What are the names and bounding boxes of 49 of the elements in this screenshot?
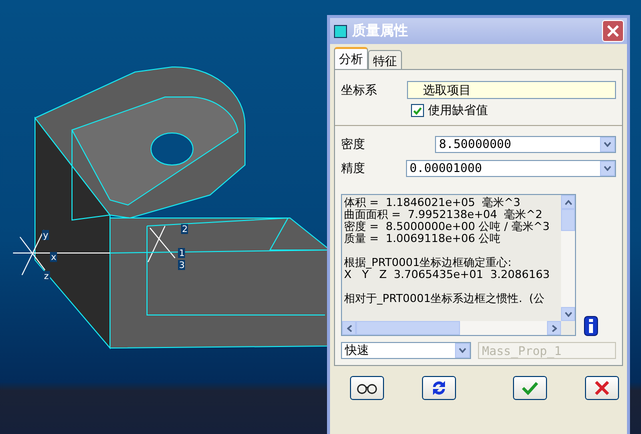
preview-button[interactable] — [350, 376, 384, 400]
info-icon[interactable] — [584, 316, 598, 336]
scroll-down-button[interactable] — [561, 307, 575, 321]
result-line: 根据_PRT0001坐标边框确定重心: — [344, 257, 512, 269]
checkbox[interactable] — [411, 104, 424, 117]
result-line: 密度 = 8.5000000e+00 公吨 / 毫米^3 — [344, 221, 551, 233]
field-label: 密度 — [341, 136, 366, 152]
scroll-up-button[interactable] — [561, 195, 575, 209]
scroll-right-button[interactable] — [547, 321, 561, 335]
csys-label: 1 — [178, 248, 185, 259]
selection-field[interactable]: 选取项目 — [407, 81, 616, 99]
precision-field[interactable]: 0.00001000 — [406, 160, 616, 176]
result-line: 质量 = 1.0069118e+06 公吨 — [344, 233, 502, 245]
vertical-scrollbar[interactable] — [561, 195, 575, 321]
method-field[interactable]: 快速 — [341, 342, 471, 359]
checkbox-label: 使用缺省值 — [428, 102, 488, 119]
tab[interactable]: 特征 — [368, 50, 402, 69]
dropdown-button[interactable] — [600, 160, 615, 176]
glasses-icon — [356, 382, 378, 394]
checkmark-icon — [413, 106, 422, 114]
axis-label: x — [50, 252, 57, 263]
scroll-thumb[interactable] — [561, 209, 575, 231]
tab[interactable]: 分析 — [334, 47, 368, 69]
results-textbox[interactable]: 体积 = 1.1846021e+05 毫米^3 曲面面积 = 7.9952138e+04 毫米^2 密度 = 8.5000000e+00 公吨 / 毫米^3 质量 = 1.0069118e+06 公吨 根据_PRT0001坐标边框确定重心: X Y Z 3.7065435e+01 3.2086163 相对于_PRT0001坐标系边框之惯性. (公 — [341, 194, 576, 336]
cube-icon — [334, 24, 347, 38]
cross-icon — [594, 380, 610, 396]
dropdown-button[interactable] — [455, 343, 470, 358]
scroll-left-button[interactable] — [342, 321, 356, 335]
csys-label: 3 — [178, 260, 185, 271]
checkmark-icon — [521, 381, 540, 395]
scroll-thumb[interactable] — [356, 321, 460, 335]
field-label: 精度 — [341, 160, 366, 176]
density-field[interactable]: 8.50000000 — [435, 136, 616, 152]
axis-label: z — [43, 271, 50, 282]
cancel-button[interactable] — [584, 376, 619, 400]
window-title: 质量属性 — [352, 22, 409, 40]
csys-label: 2 — [181, 224, 188, 235]
ok-button[interactable] — [513, 376, 548, 400]
horizontal-scrollbar[interactable] — [342, 321, 561, 335]
result-line: 体积 = 1.1846021e+05 毫米^3 — [344, 197, 522, 209]
result-line: X Y Z 3.7065435e+01 3.2086163 — [344, 269, 551, 281]
recompute-button[interactable] — [422, 376, 456, 400]
result-line: 相对于_PRT0001坐标系边框之惯性. (公 — [344, 293, 546, 305]
close-button[interactable] — [602, 20, 624, 42]
axis-label: y — [42, 230, 49, 241]
dropdown-button[interactable] — [600, 136, 615, 152]
close-icon — [607, 25, 619, 37]
field-label: 坐标系 — [341, 82, 378, 98]
result-line: 曲面面积 = 7.9952138e+04 毫米^2 — [344, 209, 544, 221]
